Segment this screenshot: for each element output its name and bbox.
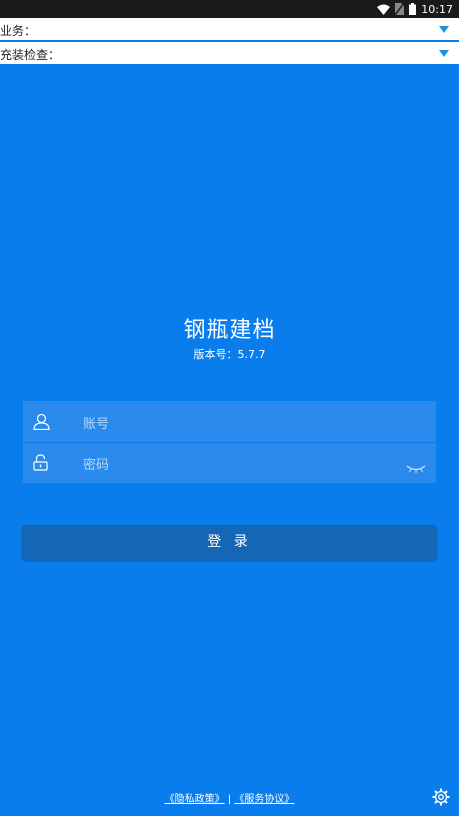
status-bar: 10:17	[0, 0, 459, 18]
login-button[interactable]: 登 录	[22, 525, 437, 560]
lock-icon	[33, 454, 48, 475]
no-sim-icon	[395, 3, 405, 15]
password-input[interactable]: 密码	[83, 454, 109, 473]
app-version: 版本号：5.7.7	[193, 348, 266, 361]
user-icon	[33, 413, 50, 434]
footer-separator: |	[224, 794, 235, 805]
password-field[interactable]: 密码	[23, 442, 436, 483]
app-title: 钢瓶建档	[183, 318, 276, 343]
account-input[interactable]: 账号	[83, 413, 109, 432]
settings-icon[interactable]	[432, 788, 450, 810]
battery-icon	[409, 3, 417, 15]
privacy-policy-link[interactable]: 《隐私政策》	[165, 794, 225, 805]
filling-check-selector[interactable]: 充装检查：	[0, 42, 459, 64]
service-agreement-link[interactable]: 《服务协议》	[234, 794, 294, 805]
account-field[interactable]: 账号	[23, 401, 436, 443]
dropdown-arrow-icon[interactable]	[439, 50, 449, 57]
filling-check-label: 充装检查：	[0, 48, 61, 62]
status-time: 10:17	[421, 2, 453, 16]
business-selector[interactable]: 业务：	[0, 18, 459, 41]
login-form: 账号 密码	[23, 401, 436, 483]
wifi-icon	[377, 4, 391, 15]
footer-links: 《隐私政策》 | 《服务协议》	[0, 790, 459, 805]
business-label: 业务：	[0, 24, 37, 38]
dropdown-arrow-icon[interactable]	[439, 26, 449, 33]
eye-closed-icon[interactable]	[406, 458, 426, 477]
